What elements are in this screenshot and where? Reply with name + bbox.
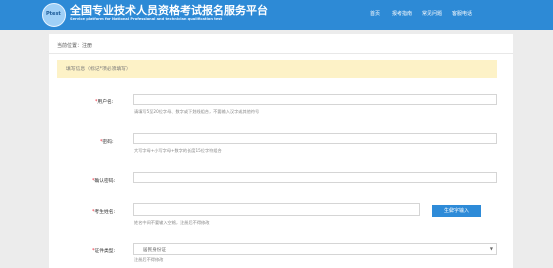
site-title: 全国专业技术人员资格考试报名服务平台 [70, 4, 268, 17]
breadcrumb: 当前位置：注册 [57, 43, 93, 49]
password-input[interactable] [133, 133, 497, 144]
nav-guide[interactable]: 报考指南 [392, 10, 412, 17]
site-subtitle: Service platform for National Profession… [70, 17, 223, 21]
notice-text: 填写信息（标记*项必须填写） [66, 67, 131, 72]
confirm-password-input[interactable] [133, 172, 497, 183]
id-type-label: *证件类型: [92, 249, 116, 254]
nav-faq[interactable]: 常见问题 [422, 10, 442, 17]
id-type-select[interactable]: 居民身份证 ▼ [133, 243, 497, 255]
chevron-down-icon: ▼ [489, 246, 493, 251]
name-input[interactable] [133, 203, 420, 216]
platform-logo[interactable]: Ptest [42, 3, 66, 27]
username-label: *用户名: [95, 100, 114, 105]
rare-char-input-button[interactable]: 生僻字输入 [432, 205, 481, 217]
divider [49, 53, 513, 54]
logo-text: Ptest [46, 11, 61, 17]
top-header: Ptest 全国专业技术人员资格考试报名服务平台 Service platfor… [0, 0, 553, 30]
username-hint: 请填写5至20位字母、数字或下划线组合，不要输入汉字或其他符号 [134, 109, 260, 114]
password-label: *密码: [100, 140, 114, 145]
name-hint: 姓名中间不要输入空格，注册后不得修改 [134, 220, 210, 225]
id-type-hint: 注册后不得修改 [134, 257, 164, 262]
register-panel: 当前位置：注册 填写信息（标记*项必须填写） *用户名: 请填写5至20位字母、… [49, 34, 513, 268]
nav-home[interactable]: 首页 [370, 10, 380, 17]
id-type-value: 居民身份证 [143, 248, 166, 253]
nav-hotline[interactable]: 客服电话 [452, 10, 472, 17]
username-input[interactable] [133, 94, 497, 105]
password-hint: 大写字母+小写字母+数字的长度15位字符组合 [134, 148, 222, 153]
name-label: *考生姓名: [92, 210, 116, 215]
confirm-password-label: *确认密码: [92, 179, 116, 184]
notice-banner: 填写信息（标记*项必须填写） [57, 60, 497, 78]
